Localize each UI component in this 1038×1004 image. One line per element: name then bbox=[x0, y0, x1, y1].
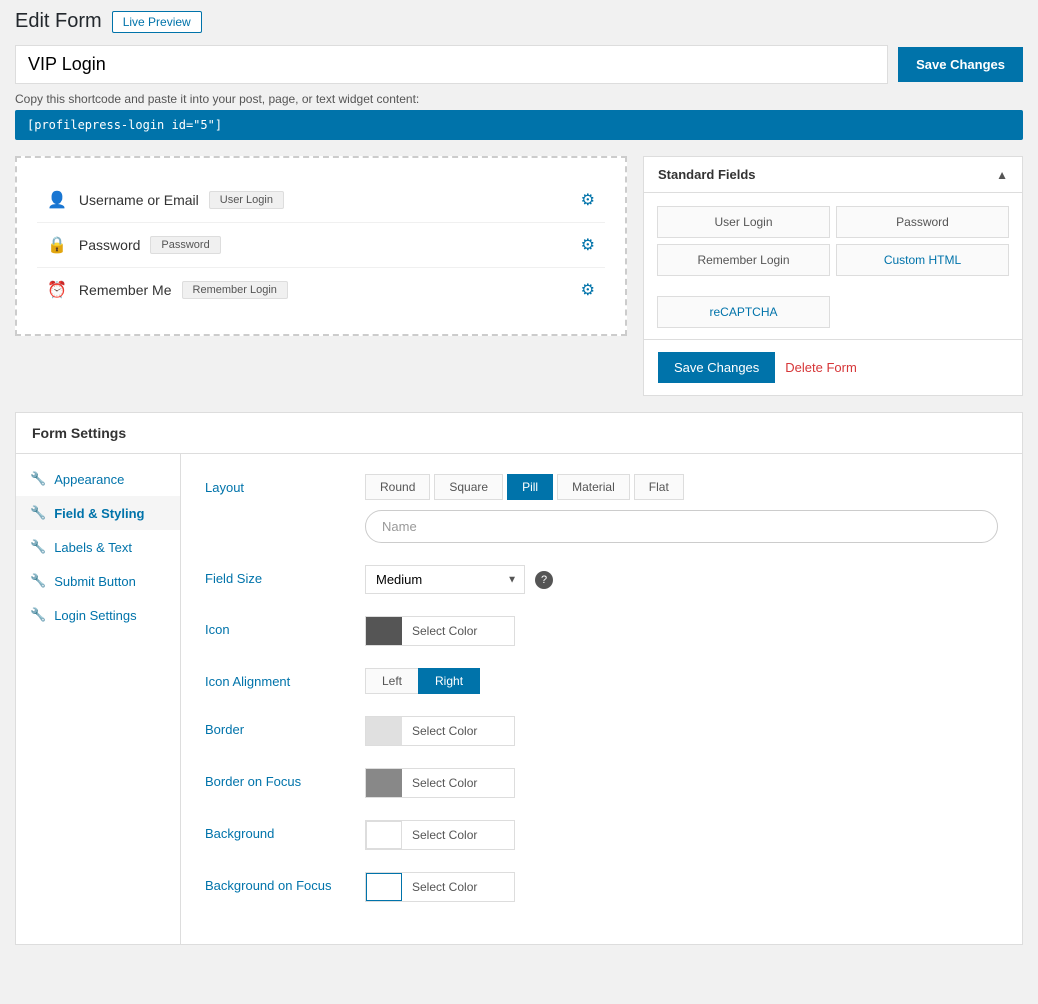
field-label: Username or Email bbox=[79, 192, 199, 208]
delete-form-link[interactable]: Delete Form bbox=[785, 360, 857, 375]
wrench-icon: 🔧 bbox=[30, 573, 46, 589]
background-color-picker[interactable]: Select Color bbox=[365, 820, 515, 850]
sidebar-item[interactable]: 🔧 Appearance bbox=[16, 462, 180, 496]
border-color-swatch bbox=[366, 717, 402, 745]
gear-icon[interactable]: ⚙ bbox=[581, 190, 595, 210]
setting-row: Icon Select Color bbox=[205, 616, 998, 646]
layout-btn[interactable]: Pill bbox=[507, 474, 553, 500]
sidebar-item-label: Field & Styling bbox=[54, 506, 144, 521]
sidebar-item-label: Login Settings bbox=[54, 608, 136, 623]
field-size-select[interactable]: SmallMediumLarge bbox=[365, 565, 525, 594]
icon-color-label: Select Color bbox=[402, 624, 487, 638]
save-changes-panel-button[interactable]: Save Changes bbox=[658, 352, 775, 383]
standard-field-button[interactable]: Custom HTML bbox=[836, 244, 1009, 276]
background-focus-color-swatch bbox=[366, 873, 402, 901]
sidebar-item[interactable]: 🔧 Login Settings bbox=[16, 598, 180, 632]
border-color-label: Select Color bbox=[402, 724, 487, 738]
gear-icon[interactable]: ⚙ bbox=[581, 280, 595, 300]
border-focus-color-label: Select Color bbox=[402, 776, 487, 790]
background-focus-color-picker[interactable]: Select Color bbox=[365, 872, 515, 902]
layout-preview-input[interactable] bbox=[365, 510, 998, 543]
sidebar-item[interactable]: 🔧 Field & Styling bbox=[16, 496, 180, 530]
sidebar-item-label: Submit Button bbox=[54, 574, 136, 589]
shortcode-bar: [profilepress-login id="5"] bbox=[15, 110, 1023, 140]
field-badge: User Login bbox=[209, 191, 284, 209]
icon-color-picker[interactable]: Select Color bbox=[365, 616, 515, 646]
background-focus-color-label: Select Color bbox=[402, 880, 487, 894]
layout-btn[interactable]: Flat bbox=[634, 474, 684, 500]
background-color-label: Select Color bbox=[402, 828, 487, 842]
field-label: Remember Me bbox=[79, 282, 172, 298]
standard-fields-title: Standard Fields bbox=[658, 167, 756, 182]
border-focus-color-picker[interactable]: Select Color bbox=[365, 768, 515, 798]
recaptcha-button[interactable]: reCAPTCHA bbox=[657, 296, 830, 328]
panel-collapse-icon[interactable]: ▲ bbox=[996, 168, 1008, 182]
form-settings-title: Form Settings bbox=[16, 413, 1022, 454]
standard-field-button[interactable]: User Login bbox=[657, 206, 830, 238]
setting-label: Border on Focus bbox=[205, 768, 365, 789]
setting-label: Border bbox=[205, 716, 365, 737]
setting-row: Icon Alignment LeftRight bbox=[205, 668, 998, 694]
wrench-icon: 🔧 bbox=[30, 539, 46, 555]
form-preview: 👤 Username or Email User Login ⚙ 🔒 Passw… bbox=[15, 156, 627, 336]
form-name-input[interactable] bbox=[15, 45, 888, 84]
save-changes-top-button[interactable]: Save Changes bbox=[898, 47, 1023, 82]
layout-btn[interactable]: Round bbox=[365, 474, 430, 500]
wrench-icon: 🔧 bbox=[30, 505, 46, 521]
layout-btn[interactable]: Material bbox=[557, 474, 630, 500]
alignment-btn[interactable]: Left bbox=[365, 668, 418, 694]
setting-label: Icon bbox=[205, 616, 365, 637]
shortcode-label: Copy this shortcode and paste it into yo… bbox=[15, 92, 1023, 106]
layout-buttons: RoundSquarePillMaterialFlat bbox=[365, 474, 998, 500]
standard-fields-panel: Standard Fields ▲ User LoginPasswordReme… bbox=[643, 156, 1023, 396]
layout-btn[interactable]: Square bbox=[434, 474, 503, 500]
field-icon: ⏰ bbox=[47, 280, 67, 300]
sidebar-item[interactable]: 🔧 Labels & Text bbox=[16, 530, 180, 564]
sidebar-item-label: Labels & Text bbox=[54, 540, 132, 555]
field-badge: Password bbox=[150, 236, 220, 254]
standard-field-button[interactable]: Remember Login bbox=[657, 244, 830, 276]
setting-label: Background on Focus bbox=[205, 872, 365, 893]
border-color-picker[interactable]: Select Color bbox=[365, 716, 515, 746]
wrench-icon: 🔧 bbox=[30, 607, 46, 623]
setting-row: Layout RoundSquarePillMaterialFlat bbox=[205, 474, 998, 543]
field-row: 🔒 Password Password ⚙ bbox=[37, 223, 605, 268]
background-color-swatch bbox=[366, 821, 402, 849]
sidebar-item-label: Appearance bbox=[54, 472, 124, 487]
icon-color-swatch bbox=[366, 617, 402, 645]
setting-row: Background Select Color bbox=[205, 820, 998, 850]
field-row: 👤 Username or Email User Login ⚙ bbox=[37, 178, 605, 223]
setting-label: Background bbox=[205, 820, 365, 841]
field-badge: Remember Login bbox=[182, 281, 288, 299]
field-icon: 🔒 bbox=[47, 235, 67, 255]
page-title: Edit Form bbox=[15, 10, 102, 33]
border-focus-color-swatch bbox=[366, 769, 402, 797]
help-icon[interactable]: ? bbox=[535, 571, 553, 589]
alignment-btn[interactable]: Right bbox=[418, 668, 480, 694]
setting-label: Field Size bbox=[205, 565, 365, 586]
sidebar-item[interactable]: 🔧 Submit Button bbox=[16, 564, 180, 598]
setting-row: Border on Focus Select Color bbox=[205, 768, 998, 798]
setting-row: Border Select Color bbox=[205, 716, 998, 746]
alignment-buttons: LeftRight bbox=[365, 668, 998, 694]
live-preview-button[interactable]: Live Preview bbox=[112, 11, 202, 33]
wrench-icon: 🔧 bbox=[30, 471, 46, 487]
field-label: Password bbox=[79, 237, 140, 253]
field-row: ⏰ Remember Me Remember Login ⚙ bbox=[37, 268, 605, 312]
form-settings-wrapper: Form Settings 🔧 Appearance 🔧 Field & Sty… bbox=[15, 412, 1023, 945]
standard-field-button[interactable]: Password bbox=[836, 206, 1009, 238]
setting-label: Layout bbox=[205, 474, 365, 495]
setting-label: Icon Alignment bbox=[205, 668, 365, 689]
field-icon: 👤 bbox=[47, 190, 67, 210]
gear-icon[interactable]: ⚙ bbox=[581, 235, 595, 255]
setting-row: Field Size SmallMediumLarge ? bbox=[205, 565, 998, 594]
setting-row: Background on Focus Select Color bbox=[205, 872, 998, 902]
